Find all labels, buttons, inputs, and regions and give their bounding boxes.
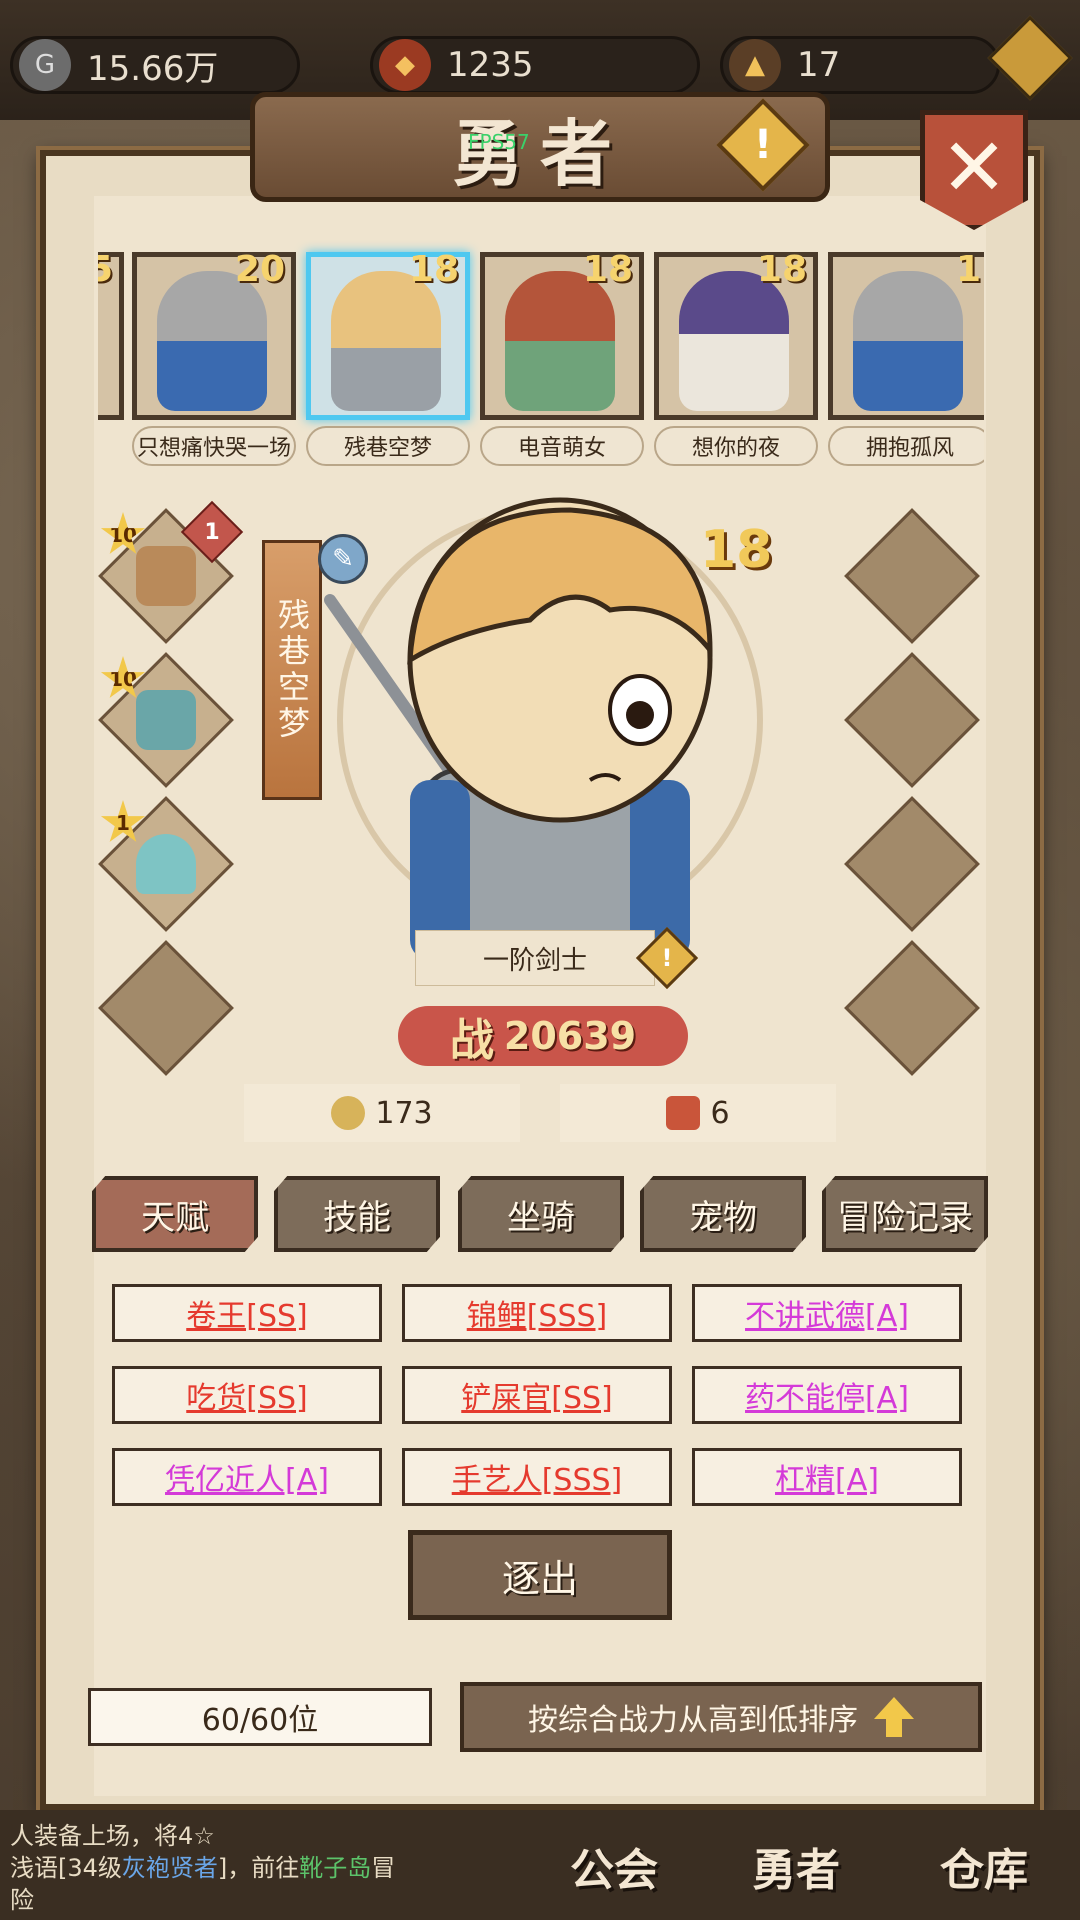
talent-item[interactable]: 凭亿近人[A] — [112, 1448, 382, 1506]
tab-mount[interactable]: 坐骑 — [458, 1176, 624, 1252]
hero-card[interactable]: 18 — [654, 249, 818, 420]
expel-button[interactable]: 逐出 — [408, 1530, 672, 1620]
demon-icon: ◆ — [379, 39, 431, 91]
hero-level: 1 — [955, 249, 981, 290]
talent-item[interactable]: 药不能停[A] — [692, 1366, 962, 1424]
hero-card[interactable]: 1 — [828, 249, 984, 420]
hero-card[interactable]: 5 — [98, 249, 124, 420]
gold-amount: 15.66万 — [87, 48, 219, 89]
hero-level: 18 — [756, 249, 807, 290]
roster-capacity: 60/60位 — [88, 1688, 432, 1746]
gold-coin-icon: G — [19, 39, 71, 91]
hero-level: 18 — [408, 249, 459, 290]
hero-name-label: 拥抱孤风 — [828, 426, 984, 466]
hero-level: 18 — [582, 249, 633, 290]
knight-portrait-icon — [853, 271, 963, 411]
hero-name-label: 想你的夜 — [654, 426, 818, 466]
fps-counter: FPS57 — [468, 130, 530, 154]
crossbow-icon — [136, 546, 196, 606]
wizard-portrait-icon — [679, 271, 789, 411]
armor-icon — [136, 690, 196, 750]
chat-line: 险 — [10, 1886, 34, 1914]
sort-button[interactable]: 按综合战力从高到低排序 — [460, 1682, 982, 1752]
tab-pet[interactable]: 宠物 — [640, 1176, 806, 1252]
hero-name-label: 残巷空梦 — [306, 426, 470, 466]
talent-item[interactable]: 锦鲤[SSS] — [402, 1284, 672, 1342]
chat-feed[interactable]: 人装备上场，将4☆ 浅语[34级灰袍贤者]，前往靴子岛冒 险 — [10, 1820, 480, 1916]
tab-skills[interactable]: 技能 — [274, 1176, 440, 1252]
hero-card[interactable]: 20 — [132, 249, 296, 420]
talent-item[interactable]: 杠精[A] — [692, 1448, 962, 1506]
hero-card[interactable]: 18 — [480, 249, 644, 420]
scroll-star-icon — [666, 1096, 701, 1130]
gem-amount: 1235 — [447, 45, 534, 85]
chat-line: 浅语[34级灰袍贤者]，前往靴子岛冒 — [10, 1854, 396, 1882]
hero-card-selected[interactable]: 18 — [306, 249, 470, 420]
hero-class-label: 一阶剑士 — [415, 930, 655, 986]
nav-guild[interactable]: 公会 — [570, 1834, 658, 1898]
talent-item[interactable]: 铲屎官[SS] — [402, 1366, 672, 1424]
sort-label: 按综合战力从高到低排序 — [528, 1703, 858, 1738]
gold-stat-value: 173 — [375, 1095, 433, 1131]
helmet-icon — [136, 834, 196, 894]
nav-heroes[interactable]: 勇者 — [752, 1834, 840, 1898]
star-stat-value: 6 — [710, 1095, 730, 1131]
tower-amount: 17 — [797, 45, 841, 85]
talent-item[interactable]: 吃货[SS] — [112, 1366, 382, 1424]
hero-level: 20 — [234, 249, 285, 290]
tower-resource[interactable]: ▲ 17 — [720, 36, 1000, 94]
talent-item[interactable]: 不讲武德[A] — [692, 1284, 962, 1342]
hero-roster[interactable]: 5 20 18 18 18 1 只想痛快哭一场 残巷空梦 电音萌女 想你的夜 拥… — [98, 240, 984, 466]
arrow-up-icon — [874, 1697, 914, 1737]
tab-adventure-log[interactable]: 冒险记录 — [822, 1176, 988, 1252]
combat-power: 战 20639 — [398, 1006, 688, 1066]
gold-stat: 173 — [244, 1084, 520, 1142]
chat-line: 人装备上场，将4☆ — [10, 1822, 215, 1850]
hero-level: 5 — [98, 249, 113, 290]
hero-name-label: 只想痛快哭一场 — [132, 426, 296, 466]
tower-icon: ▲ — [729, 39, 781, 91]
talent-item[interactable]: 手艺人[SSS] — [402, 1448, 672, 1506]
swordswoman-portrait-icon — [331, 271, 441, 411]
hero-level-badge: 18 — [700, 520, 773, 580]
star-stat: 6 — [560, 1084, 836, 1142]
gem-resource[interactable]: ◆ 1235 — [370, 36, 700, 94]
gold-resource[interactable]: G 15.66万 — [10, 36, 300, 94]
power-label: 战 — [449, 1015, 494, 1066]
talent-item[interactable]: 卷王[SS] — [112, 1284, 382, 1342]
nav-warehouse[interactable]: 仓库 — [940, 1834, 1028, 1898]
archer-portrait-icon — [505, 271, 615, 411]
gold-coin-icon — [331, 1096, 366, 1130]
hero-name-label: 电音萌女 — [480, 426, 644, 466]
knight-portrait-icon — [157, 271, 267, 411]
top-warning-icon[interactable] — [987, 15, 1073, 101]
tab-talent[interactable]: 天赋 — [92, 1176, 258, 1252]
power-value: 20639 — [503, 1014, 637, 1058]
